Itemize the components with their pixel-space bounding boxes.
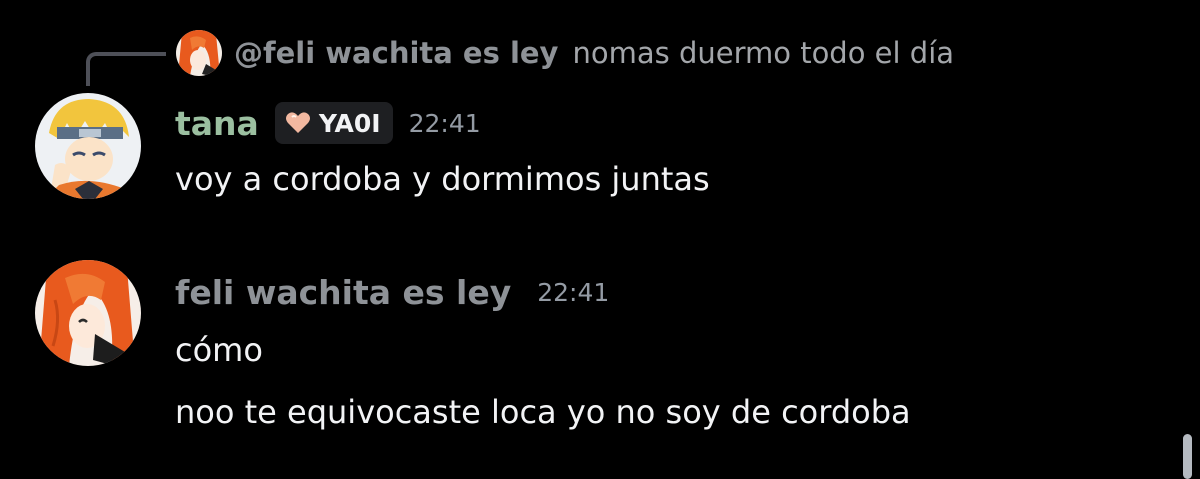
timestamp[interactable]: 22:41	[537, 278, 609, 307]
message-header: feli wachita es ley 22:41	[175, 270, 609, 314]
orange-haired-anime-avatar-icon	[35, 260, 141, 366]
blond-ninja-avatar-icon	[35, 93, 141, 199]
message-author[interactable]: feli wachita es ley	[175, 273, 511, 312]
reply-text[interactable]: nomas duermo todo el día	[572, 36, 954, 70]
message-text[interactable]: voy a cordoba y dormimos juntas	[175, 160, 710, 198]
timestamp[interactable]: 22:41	[409, 109, 481, 138]
message-header: tana YA0I 22:41	[175, 101, 481, 145]
message-author[interactable]: tana	[175, 104, 259, 143]
role-badge-label: YA0I	[318, 108, 381, 138]
reply-connector-line	[86, 52, 166, 86]
role-badge[interactable]: YA0I	[274, 102, 393, 144]
reply-preview[interactable]: @feli wachita es ley nomas duermo todo e…	[176, 30, 954, 76]
reply-avatar[interactable]	[176, 30, 222, 76]
message-text[interactable]: cómo	[175, 331, 263, 369]
avatar[interactable]	[35, 260, 141, 366]
avatar[interactable]	[35, 93, 141, 199]
reply-author[interactable]: @feli wachita es ley	[234, 36, 558, 70]
message-text[interactable]: noo te equivocaste loca yo no soy de cor…	[175, 393, 911, 431]
heart-icon	[285, 112, 310, 133]
scrollbar-thumb[interactable]	[1183, 434, 1192, 479]
orange-haired-anime-avatar-icon	[176, 30, 222, 76]
